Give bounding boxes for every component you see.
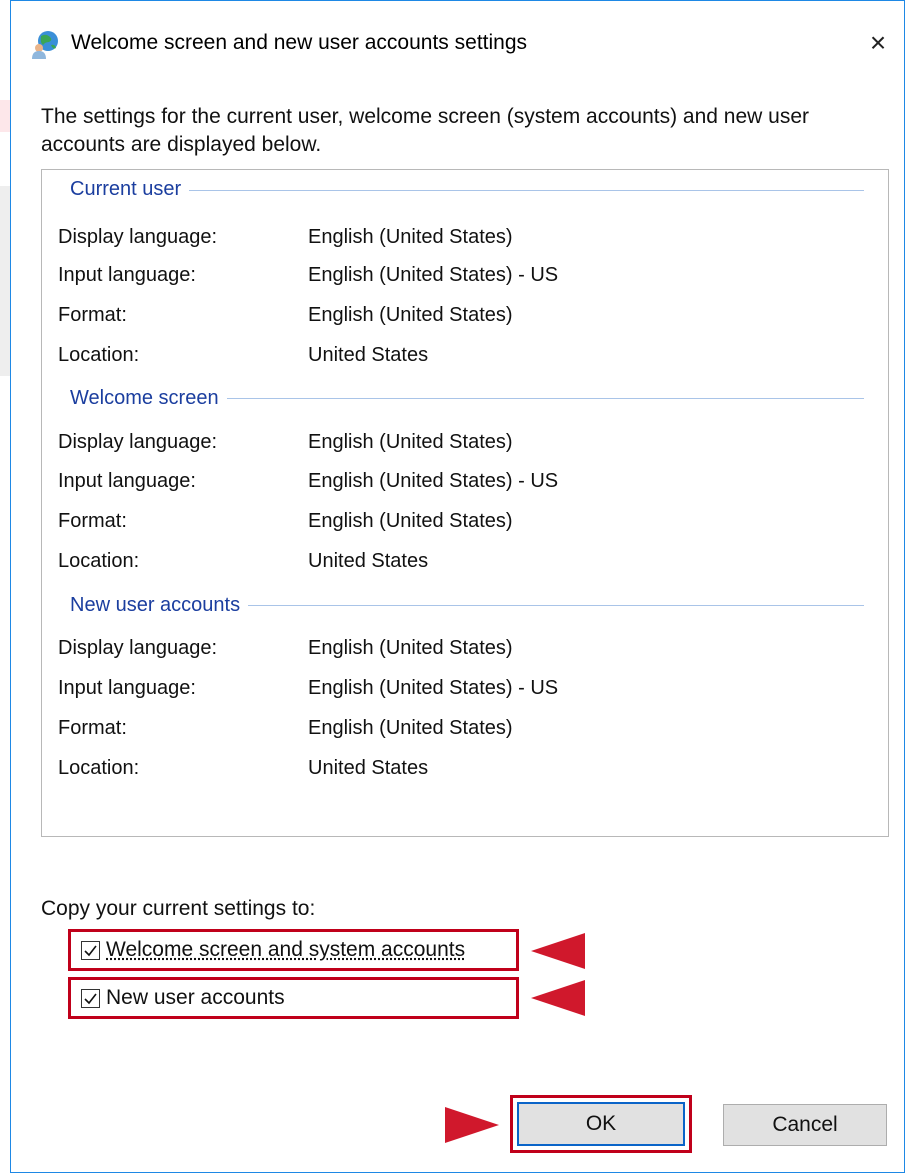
row-value: English (United States) [308, 431, 513, 453]
checkbox-label: New user accounts [106, 986, 285, 1009]
globe-user-icon [31, 29, 61, 59]
row-label: Display language: [58, 226, 217, 248]
row-value: English (United States) [308, 510, 513, 532]
group-heading-new-user-accounts: New user accounts [70, 594, 249, 618]
close-button[interactable]: × [858, 25, 898, 61]
row-value: United States [308, 757, 429, 779]
row-label: Location: [58, 550, 140, 572]
checkbox-box[interactable] [81, 988, 100, 1008]
row-label: Format: [58, 510, 127, 532]
intro-text: The settings for the current user, welco… [41, 103, 881, 159]
checkmark-icon [84, 945, 97, 956]
row-value: United States [308, 344, 429, 366]
welcome-screen-checkbox[interactable]: Welcome screen and system accounts [81, 935, 465, 965]
pointer-arrow-right-icon [445, 1107, 499, 1143]
checkmark-icon [84, 993, 97, 1004]
new-user-accounts-checkbox[interactable]: New user accounts [81, 983, 285, 1013]
row-value: English (United States) - US [308, 470, 559, 492]
ok-button[interactable]: OK [517, 1102, 685, 1146]
copy-settings-label: Copy your current settings to: [41, 897, 316, 920]
dialog-title: Welcome screen and new user accounts set… [71, 31, 528, 54]
title-bar: Welcome screen and new user accounts set… [11, 1, 904, 87]
intro-text-content: The settings for the current user, welco… [41, 105, 810, 156]
row-label: Format: [58, 304, 127, 326]
row-value: English (United States) [308, 226, 513, 248]
row-label: Display language: [58, 431, 217, 453]
checkbox-label: Welcome screen and system accounts [106, 938, 466, 961]
row-label: Input language: [58, 677, 196, 699]
group-heading-welcome-screen: Welcome screen [70, 387, 227, 411]
pointer-arrow-left-icon [531, 980, 585, 1016]
row-value: English (United States) [308, 717, 513, 739]
row-value: English (United States) - US [308, 677, 559, 699]
row-value: English (United States) [308, 637, 513, 659]
row-label: Format: [58, 717, 127, 739]
row-value: United States [308, 550, 429, 572]
row-label: Display language: [58, 637, 217, 659]
checkbox-box[interactable] [81, 940, 100, 960]
group-heading-current-user: Current user [70, 178, 190, 202]
settings-dialog: Welcome screen and new user accounts set… [10, 0, 905, 1173]
row-value: English (United States) - US [308, 264, 559, 286]
settings-panel: Current user Display language: English (… [41, 169, 889, 837]
row-label: Input language: [58, 264, 196, 286]
cancel-button[interactable]: Cancel [723, 1104, 887, 1146]
row-label: Input language: [58, 470, 196, 492]
pointer-arrow-left-icon [531, 933, 585, 969]
row-value: English (United States) [308, 304, 513, 326]
row-label: Location: [58, 344, 140, 366]
row-label: Location: [58, 757, 140, 779]
